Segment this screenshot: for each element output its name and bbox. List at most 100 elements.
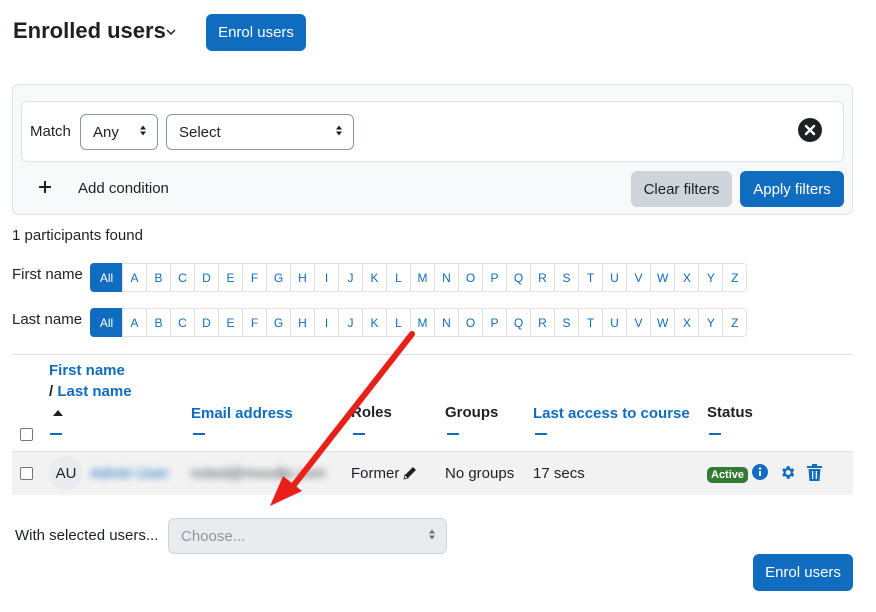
- match-select-value: Any: [93, 123, 119, 141]
- last-initial-all[interactable]: All: [90, 308, 123, 337]
- first-initial-k[interactable]: K: [362, 263, 387, 292]
- last-initial-u[interactable]: U: [602, 308, 627, 337]
- last-initial-p[interactable]: P: [482, 308, 507, 337]
- participants-count: 1 participants found: [12, 227, 143, 244]
- last-initial-w[interactable]: W: [650, 308, 676, 337]
- last-initial-a[interactable]: A: [122, 308, 147, 337]
- first-initial-d[interactable]: D: [194, 263, 219, 292]
- user-fullname-link[interactable]: Admin User: [90, 465, 168, 482]
- table-top-divider: [12, 354, 853, 355]
- row-select-checkbox[interactable]: [20, 467, 33, 480]
- enrol-users-button-top[interactable]: Enrol users: [206, 14, 306, 51]
- first-initial-x[interactable]: X: [674, 263, 700, 292]
- column-header-last-access[interactable]: Last access to course: [533, 405, 690, 422]
- column-header-lastname[interactable]: Last name: [57, 383, 131, 400]
- sort-up-icon: [52, 404, 64, 416]
- first-name-initials-bar: All ABCDEFGHIJKLMNOPQRSTUVWXYZ: [90, 263, 748, 292]
- close-icon[interactable]: [798, 118, 822, 142]
- column-header-status: Status: [707, 404, 753, 421]
- last-initial-s[interactable]: S: [554, 308, 579, 337]
- column-collapse-icon[interactable]: [353, 433, 365, 435]
- first-initial-b[interactable]: B: [146, 263, 171, 292]
- clear-filters-button[interactable]: Clear filters: [631, 171, 732, 207]
- first-initial-e[interactable]: E: [218, 263, 243, 292]
- user-role: Former: [351, 465, 400, 482]
- match-select[interactable]: Any: [80, 114, 158, 150]
- chevron-down-icon[interactable]: [166, 24, 178, 40]
- first-initial-h[interactable]: H: [290, 263, 315, 292]
- first-initial-i[interactable]: I: [314, 263, 339, 292]
- first-initial-v[interactable]: V: [626, 263, 651, 292]
- last-initial-z[interactable]: Z: [722, 308, 748, 337]
- bulk-action-select[interactable]: Choose...: [168, 518, 447, 554]
- trash-icon[interactable]: [807, 464, 822, 481]
- column-collapse-icon[interactable]: [535, 433, 547, 435]
- page-title: Enrolled users: [13, 18, 166, 43]
- pencil-icon[interactable]: [402, 465, 418, 481]
- column-header-groups: Groups: [445, 404, 499, 421]
- first-initial-o[interactable]: O: [458, 263, 483, 292]
- column-collapse-icon[interactable]: [447, 433, 459, 435]
- avatar[interactable]: AU: [49, 456, 83, 490]
- last-initial-m[interactable]: M: [410, 308, 435, 337]
- gear-icon[interactable]: [779, 464, 796, 481]
- last-initial-j[interactable]: J: [338, 308, 363, 337]
- select-all-checkbox[interactable]: [20, 428, 33, 441]
- column-header-roles: Roles: [351, 404, 392, 421]
- first-initial-all[interactable]: All: [90, 263, 123, 292]
- last-initial-q[interactable]: Q: [506, 308, 531, 337]
- first-initial-y[interactable]: Y: [698, 263, 724, 292]
- column-header-slash: /: [49, 383, 54, 400]
- last-initial-b[interactable]: B: [146, 308, 171, 337]
- last-initial-y[interactable]: Y: [698, 308, 724, 337]
- first-initial-m[interactable]: M: [410, 263, 435, 292]
- last-initial-k[interactable]: K: [362, 308, 387, 337]
- first-initial-c[interactable]: C: [170, 263, 195, 292]
- last-initial-t[interactable]: T: [578, 308, 603, 337]
- first-name-initials-label: First name: [12, 266, 83, 283]
- first-initial-s[interactable]: S: [554, 263, 579, 292]
- user-groups: No groups: [445, 465, 515, 482]
- first-initial-g[interactable]: G: [266, 263, 291, 292]
- last-initial-i[interactable]: I: [314, 308, 339, 337]
- column-header-email[interactable]: Email address: [191, 405, 293, 422]
- user-last-access: 17 secs: [533, 465, 585, 482]
- last-initial-l[interactable]: L: [386, 308, 411, 337]
- first-initial-l[interactable]: L: [386, 263, 411, 292]
- first-initial-w[interactable]: W: [650, 263, 676, 292]
- last-initial-h[interactable]: H: [290, 308, 315, 337]
- first-initial-t[interactable]: T: [578, 263, 603, 292]
- first-initial-q[interactable]: Q: [506, 263, 531, 292]
- last-initial-g[interactable]: G: [266, 308, 291, 337]
- last-initial-e[interactable]: E: [218, 308, 243, 337]
- first-initial-u[interactable]: U: [602, 263, 627, 292]
- first-initial-j[interactable]: J: [338, 263, 363, 292]
- status-badge: Active: [707, 467, 749, 483]
- last-initial-o[interactable]: O: [458, 308, 483, 337]
- last-initial-r[interactable]: R: [530, 308, 555, 337]
- bulk-action-label: With selected users...: [15, 527, 159, 544]
- last-initial-v[interactable]: V: [626, 308, 651, 337]
- first-initial-f[interactable]: F: [242, 263, 267, 292]
- first-initial-p[interactable]: P: [482, 263, 507, 292]
- column-header-firstname[interactable]: First name: [49, 362, 125, 379]
- plus-icon[interactable]: [38, 180, 52, 194]
- first-initial-r[interactable]: R: [530, 263, 555, 292]
- last-initial-c[interactable]: C: [170, 308, 195, 337]
- add-condition-link[interactable]: Add condition: [78, 180, 169, 197]
- column-collapse-icon[interactable]: [50, 433, 62, 435]
- filter-type-select[interactable]: Select: [166, 114, 354, 150]
- apply-filters-button[interactable]: Apply filters: [740, 171, 844, 207]
- last-initial-d[interactable]: D: [194, 308, 219, 337]
- enrol-users-button-bottom[interactable]: Enrol users: [753, 554, 853, 591]
- select-caret-icon: [139, 124, 147, 141]
- last-initial-n[interactable]: N: [434, 308, 459, 337]
- first-initial-a[interactable]: A: [122, 263, 147, 292]
- first-initial-n[interactable]: N: [434, 263, 459, 292]
- last-initial-f[interactable]: F: [242, 308, 267, 337]
- first-initial-z[interactable]: Z: [722, 263, 748, 292]
- last-initial-x[interactable]: X: [674, 308, 700, 337]
- column-collapse-icon[interactable]: [709, 433, 721, 435]
- info-icon[interactable]: [752, 464, 768, 480]
- column-collapse-icon[interactable]: [193, 433, 205, 435]
